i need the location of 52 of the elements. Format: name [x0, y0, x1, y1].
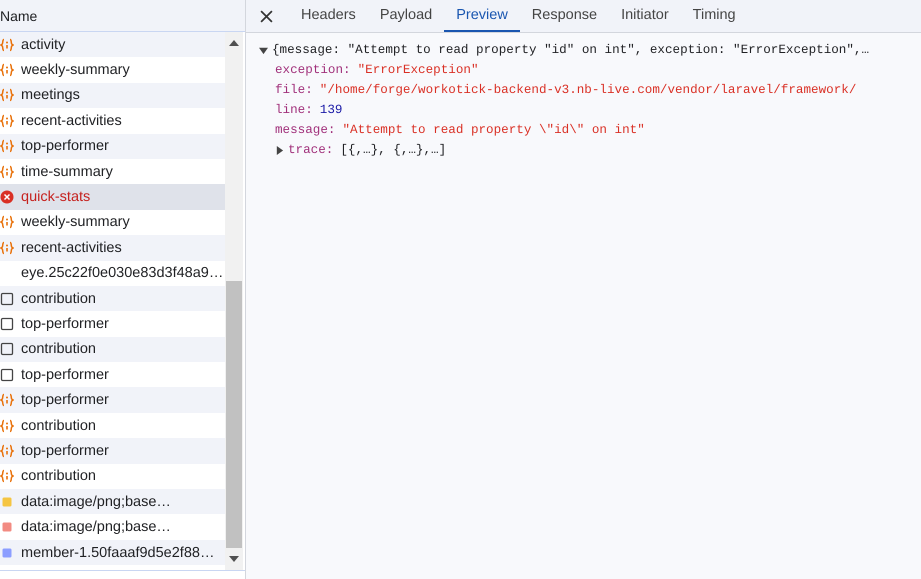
property-key: message: [275, 123, 336, 137]
request-row[interactable]: quick-stats [0, 184, 225, 210]
json-summary[interactable]: {message: "Attempt to read property "id" on int", exception: "ErrorException",… [272, 43, 870, 57]
request-row[interactable]: data:image/png;base… [0, 489, 225, 514]
braces-icon [0, 240, 14, 255]
braces-icon [0, 444, 14, 458]
request-row[interactable]: contribution [0, 286, 225, 312]
scrollbar-thumb[interactable] [226, 281, 242, 548]
braces-icon [0, 215, 14, 230]
braces-icon [0, 114, 14, 128]
property-key: file: [275, 83, 313, 97]
tab[interactable]: Headers [289, 0, 368, 32]
braces-icon [0, 164, 14, 179]
document-icon [0, 342, 14, 356]
property-value: "Attempt to read property \"id\" on int" [342, 123, 645, 137]
request-row[interactable]: meetings [0, 82, 225, 108]
tab[interactable]: Timing [680, 0, 748, 32]
property-key: exception: [275, 63, 351, 77]
tab[interactable]: Payload [368, 0, 444, 32]
column-header[interactable]: Name [0, 8, 38, 24]
braces-icon [0, 469, 14, 484]
close-icon[interactable] [260, 10, 273, 22]
scrollbar[interactable] [225, 32, 243, 570]
scroll-down-icon[interactable] [229, 556, 239, 562]
property-value: 139 [320, 103, 342, 117]
tab[interactable]: Initiator [609, 0, 681, 32]
braces-icon [0, 38, 14, 52]
request-row[interactable]: top-performer [0, 438, 225, 464]
collapsed-triangle-icon[interactable] [275, 146, 284, 154]
document-icon [0, 292, 14, 306]
braces-icon [0, 88, 14, 102]
property-key: line: [275, 103, 313, 117]
braces-icon [0, 418, 14, 433]
request-row[interactable]: top-performer [0, 387, 225, 413]
property-value: "ErrorException" [358, 63, 478, 77]
scroll-up-icon[interactable] [229, 40, 239, 46]
error-icon [0, 190, 14, 204]
braces-icon [0, 139, 14, 154]
braces-icon [0, 393, 14, 408]
braces-icon [0, 63, 14, 78]
request-row[interactable]: contribution [0, 336, 225, 362]
document-icon [0, 368, 14, 382]
request-row[interactable]: recent-activities [0, 235, 225, 261]
expanded-triangle-icon[interactable] [259, 46, 268, 54]
property-key: trace: [288, 143, 334, 157]
tab[interactable]: Response [520, 0, 610, 32]
request-row[interactable]: top-performer [0, 134, 225, 159]
document-icon [0, 316, 14, 331]
request-row[interactable]: member-1.50faaaf9d5e2f88… [0, 540, 225, 566]
property-value[interactable]: [{,…}, {,…},…] [340, 143, 446, 157]
request-row[interactable]: activity [0, 32, 225, 58]
property-value: "/home/forge/workotick-backend-v3.nb-live.com/vendor/laravel/framework/ [320, 83, 856, 97]
